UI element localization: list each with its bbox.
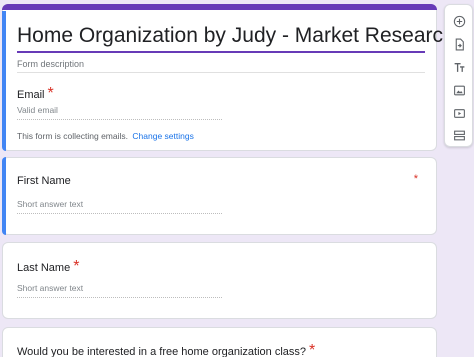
question-title[interactable]: Would you be interested in a free home o… — [17, 342, 315, 357]
import-questions-icon[interactable] — [451, 36, 468, 53]
required-asterisk: * — [73, 258, 80, 275]
add-section-icon[interactable] — [451, 127, 468, 144]
form-description-field[interactable]: Form description — [17, 57, 425, 73]
question-title[interactable]: Last Name * — [17, 258, 79, 276]
short-answer-placeholder: Short answer text — [17, 199, 84, 209]
required-asterisk: * — [413, 173, 418, 185]
short-answer-placeholder: Short answer text — [17, 283, 84, 293]
add-question-icon[interactable] — [451, 13, 468, 30]
form-header-card[interactable]: Home Organization by Judy - Market Resea… — [2, 4, 455, 151]
question-card-interest[interactable]: Would you be interested in a free home o… — [2, 327, 437, 357]
active-card-indicator — [2, 157, 6, 235]
email-collection-note: This form is collecting emails. Change s… — [17, 131, 194, 141]
email-placeholder: Valid email — [17, 105, 58, 115]
active-card-indicator — [2, 11, 6, 151]
email-answer-field: Valid email — [17, 102, 222, 120]
required-asterisk: * — [47, 85, 54, 102]
form-title[interactable]: Home Organization by Judy - Market Resea… — [17, 21, 455, 51]
question-card-first-name[interactable]: First Name * Short answer text — [2, 157, 437, 235]
question-title-text: Last Name — [17, 262, 71, 274]
email-label-text: Email — [17, 89, 45, 101]
question-title[interactable]: First Name — [17, 175, 71, 187]
required-asterisk: * — [309, 342, 316, 357]
form-description-placeholder: Form description — [17, 59, 85, 69]
add-title-icon[interactable] — [451, 59, 468, 76]
theme-color-bar — [2, 4, 437, 10]
add-video-icon[interactable] — [451, 105, 468, 122]
email-collection-text: This form is collecting emails. — [17, 131, 129, 141]
form-title-field[interactable]: Home Organization by Judy - Market Resea… — [17, 21, 455, 53]
floating-toolbar — [444, 4, 473, 147]
short-answer-field: Short answer text — [17, 280, 222, 298]
email-question-label: Email * — [17, 85, 54, 103]
question-card-last-name[interactable]: Last Name * Short answer text — [2, 242, 437, 319]
short-answer-field: Short answer text — [17, 196, 222, 214]
change-settings-link[interactable]: Change settings — [132, 131, 193, 141]
question-title-text: Would you be interested in a free home o… — [17, 346, 307, 357]
form-editor: Home Organization by Judy - Market Resea… — [0, 0, 474, 357]
add-image-icon[interactable] — [451, 82, 468, 99]
